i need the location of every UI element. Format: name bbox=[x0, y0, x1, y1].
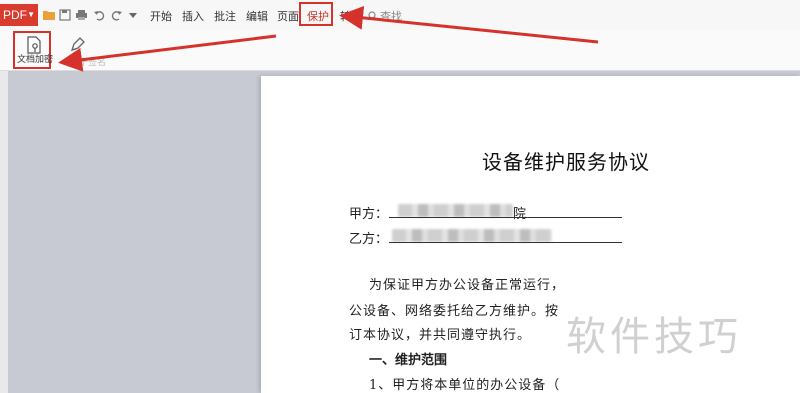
chevron-down-icon: ▼ bbox=[27, 10, 35, 19]
pdf-app-button[interactable]: PDF ▼ bbox=[0, 4, 38, 26]
party-a-suffix: 院 bbox=[513, 207, 527, 222]
party-b-underline bbox=[389, 242, 622, 243]
pdf-app-label: PDF bbox=[3, 8, 27, 22]
menu-edit[interactable]: 编辑 bbox=[246, 8, 268, 24]
menu-insert[interactable]: 插入 bbox=[182, 8, 204, 24]
menu-protect[interactable]: 保护 bbox=[307, 8, 329, 24]
left-sidebar-strip bbox=[0, 71, 8, 393]
search-box[interactable]: 查找 bbox=[368, 8, 402, 24]
document-encrypt-button[interactable]: 文档加密 bbox=[13, 31, 54, 69]
paragraph-1-line-2: 公设备、网络委托给乙方维护。按 bbox=[349, 304, 560, 319]
top-toolbar: PDF ▼ 开始 插入 批注 编辑 页面 保护 转换 查找 bbox=[0, 0, 800, 30]
menu-page[interactable]: 页面 bbox=[277, 8, 299, 24]
save-icon[interactable] bbox=[58, 8, 72, 22]
dropdown-icon[interactable] bbox=[126, 8, 140, 22]
party-b-redacted bbox=[392, 229, 552, 242]
party-a-label: 甲方： bbox=[349, 207, 389, 222]
document-title: 设备维护服务协议 bbox=[482, 150, 650, 174]
party-a-redacted bbox=[398, 204, 513, 217]
e-signature-button[interactable]: 电子签名 bbox=[66, 33, 106, 68]
search-icon bbox=[368, 11, 378, 21]
party-b-label: 乙方： bbox=[349, 232, 389, 247]
document-encrypt-label: 文档加密 bbox=[17, 55, 54, 65]
undo-icon[interactable] bbox=[92, 8, 106, 22]
protect-ribbon bbox=[0, 30, 800, 71]
pen-icon bbox=[70, 37, 85, 52]
menu-convert[interactable]: 转换 bbox=[340, 8, 362, 24]
paragraph-1-line-3: 订本协议，并共同遵守执行。 bbox=[349, 328, 532, 343]
party-a-underline bbox=[389, 217, 622, 218]
e-signature-label: 电子签名 bbox=[70, 58, 107, 68]
paragraph-1-line-1: 为保证甲方办公设备正常运行， bbox=[369, 278, 566, 293]
section-heading-1: 一、维护范围 bbox=[369, 353, 448, 368]
search-label: 查找 bbox=[380, 10, 402, 23]
redo-icon[interactable] bbox=[110, 8, 124, 22]
print-icon[interactable] bbox=[74, 8, 88, 22]
menu-start[interactable]: 开始 bbox=[150, 8, 172, 24]
menu-comment[interactable]: 批注 bbox=[214, 8, 236, 24]
section-1-item-1: 1、甲方将本单位的办公设备（ bbox=[369, 378, 561, 393]
open-folder-icon[interactable] bbox=[42, 8, 56, 22]
watermark: 软件技巧 bbox=[566, 314, 742, 360]
